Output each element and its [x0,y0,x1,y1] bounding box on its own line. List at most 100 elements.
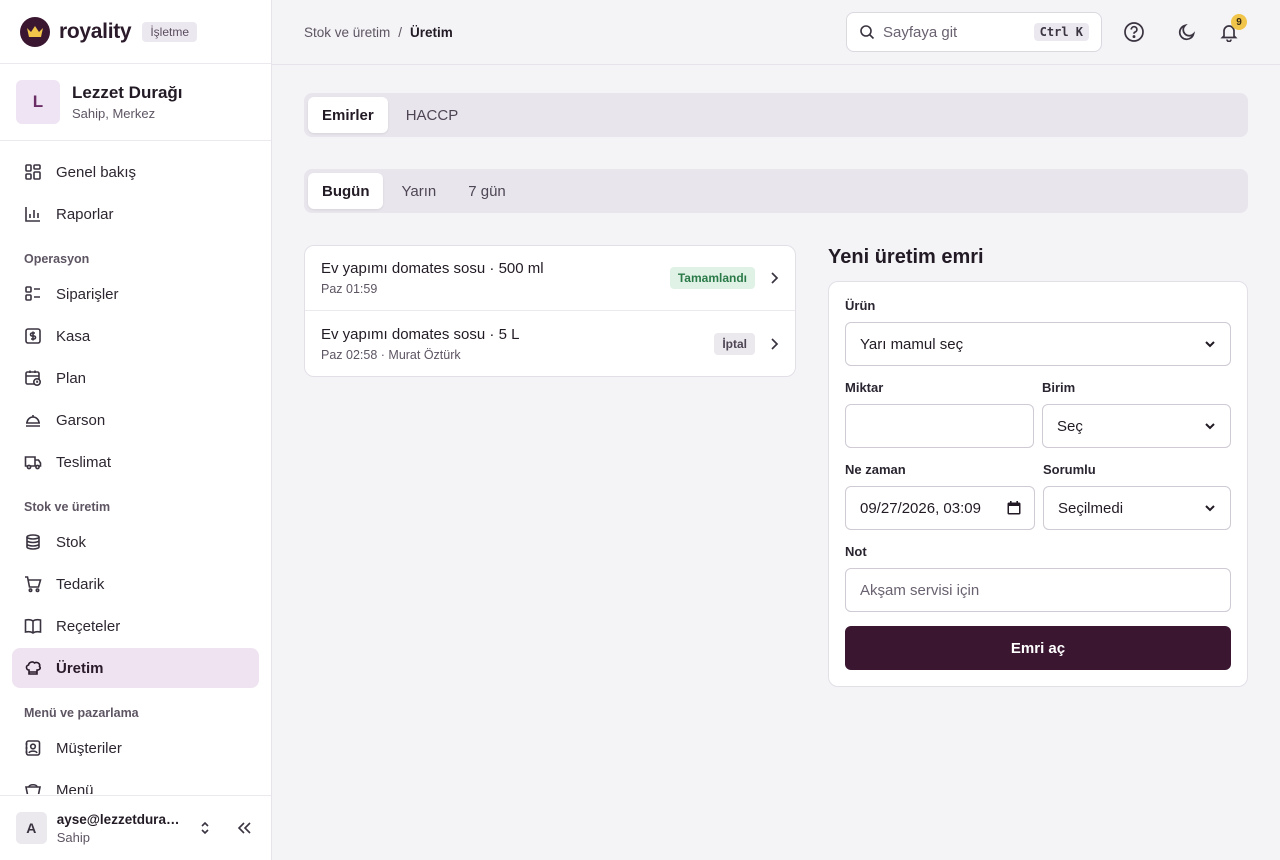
sidebar-item-label: Reçeteler [56,617,121,635]
sidebar-item-uretim[interactable]: Üretim [12,648,259,688]
sidebar-item-tedarik[interactable]: Tedarik [12,564,259,604]
search-input[interactable]: Sayfaya git Ctrl K [846,12,1102,52]
main-tabs: Emirler HACCP [304,93,1248,137]
grid-icon [25,164,41,180]
brand-bar: royality İşletme [0,0,271,64]
dark-mode-icon[interactable] [1175,20,1199,44]
top-header: Stok ve üretim / Üretim Sayfaya git Ctrl… [272,0,1280,65]
chevron-up-down-icon[interactable] [195,817,216,839]
cash-icon [25,328,41,344]
calendar-clock-icon [25,370,42,387]
sidebar-item-raporlar[interactable]: Raporlar [12,194,259,234]
tab-haccp[interactable]: HACCP [392,97,473,133]
sidebar-item-label: Müşteriler [56,739,122,757]
status-badge: İptal [714,332,755,355]
help-icon[interactable] [1122,20,1146,44]
chevron-down-icon [1205,341,1215,348]
sidebar-item-siparisler[interactable]: Siparişler [12,274,259,314]
org-avatar: L [16,80,60,124]
tab-bugun[interactable]: Bugün [308,173,384,209]
shortcut-hint: Ctrl K [1033,23,1089,41]
sidebar-item-label: Kasa [56,327,91,345]
tab-yarin[interactable]: Yarın [387,173,450,209]
order-title: Ev yapımı domates sosu · 500 ml [321,260,544,277]
calendar-icon[interactable] [1006,500,1022,516]
org-name: Lezzet Durağı [72,83,183,102]
breadcrumb-current: Üretim [410,24,453,40]
nav-section-title: Menü ve pazarlama [24,706,139,720]
sidebar-item-label: Üretim [56,659,104,677]
sidebar-item-kasa[interactable]: Kasa [12,316,259,356]
sidebar-item-label: Genel bakış [56,163,137,181]
responsible-select[interactable]: Seçilmedi [1043,486,1231,530]
note-label: Not [845,544,867,559]
sidebar: royality İşletme L Lezzet Durağı Sahip, … [0,0,272,860]
cart-icon [25,576,42,593]
responsible-label: Sorumlu [1043,462,1096,477]
sidebar-item-teslimat[interactable]: Teslimat [12,442,259,482]
sidebar-item-label: Stok [56,533,87,551]
breadcrumb-separator: / [398,24,403,40]
search-icon [860,25,875,40]
unit-label: Birim [1042,380,1076,395]
sidebar-item-stok[interactable]: Stok [12,522,259,562]
datetime-field[interactable]: 09/27/2026, 03:09 [845,486,1035,530]
notification-count-badge: 9 [1231,14,1247,30]
tab-emirler[interactable]: Emirler [308,97,388,133]
breadcrumb: Stok ve üretim / Üretim [304,25,453,40]
chevron-right-icon [771,337,779,350]
truck-icon [24,456,42,470]
form-title: Yeni üretim emri [828,246,984,268]
order-meta: Paz 01:59 [321,282,378,296]
sidebar-item-receteler[interactable]: Reçeteler [12,606,259,646]
quantity-field[interactable] [845,404,1034,448]
note-field[interactable]: Akşam servisi için [845,568,1231,612]
production-order-list: Ev yapımı domates sosu · 500 ml Paz 01:5… [304,245,796,377]
order-meta: Paz 02:58 · Murat Öztürk [321,347,461,362]
user-menu[interactable]: A ayse@lezzetduragi.com Sahip [0,795,271,860]
unit-select[interactable]: Seç [1042,404,1231,448]
search-placeholder: Sayfaya git [883,23,958,41]
sidebar-item-genel-bakis[interactable]: Genel bakış [12,152,259,192]
database-icon [26,534,40,550]
sidebar-item-label: Siparişler [56,285,119,303]
book-icon [24,618,42,634]
chevron-down-icon [1205,505,1215,512]
chevron-down-icon [1205,423,1215,430]
waiter-icon [26,415,40,427]
product-label: Ürün [845,298,876,313]
sidebar-item-menu[interactable]: Menü [12,770,259,794]
notification-bell-icon[interactable]: 9 [1217,14,1247,44]
sidebar-item-label: Plan [56,369,87,387]
brand-badge: İşletme [142,21,197,42]
sidebar-item-plan[interactable]: Plan [12,358,259,398]
order-title: Ev yapımı domates sosu · 5 L [321,325,520,343]
new-production-order-form: Ürün Yarı mamul seç Miktar Birim Seç Ne … [828,281,1248,687]
breadcrumb-parent[interactable]: Stok ve üretim [304,25,390,40]
responsible-select-value: Seçilmedi [1058,499,1124,517]
sidebar-item-label: Menü [56,781,94,795]
list-item[interactable]: Ev yapımı domates sosu · 500 ml Paz 01:5… [305,246,795,311]
brand-name: royality [59,19,132,43]
list-item[interactable]: Ev yapımı domates sosu · 5 L Paz 02:58 ·… [305,311,795,376]
sidebar-item-musteriler[interactable]: Müşteriler [12,728,259,768]
org-switcher[interactable]: L Lezzet Durağı Sahip, Merkez [0,64,271,141]
product-select-value: Yarı mamul seç [860,335,964,353]
org-role: Sahip, Merkez [72,106,156,121]
sidebar-item-label: Raporlar [56,205,114,223]
tab-7-gun[interactable]: 7 gün [454,173,520,209]
quantity-label: Miktar [845,380,884,395]
nav-section-title: Stok ve üretim [24,500,111,514]
sidebar-item-garson[interactable]: Garson [12,400,259,440]
chef-hat-icon [25,661,41,675]
contact-icon [25,740,41,756]
user-email: ayse@lezzetduragi.com [56,811,185,827]
when-label: Ne zaman [845,462,906,477]
product-select[interactable]: Yarı mamul seç [845,322,1231,366]
user-role: Sahip [56,829,90,845]
collapse-sidebar-icon[interactable] [234,817,255,839]
unit-select-value: Seç [1057,417,1083,435]
submit-order-button[interactable]: Emri aç [845,626,1231,670]
sidebar-item-label: Teslimat [56,453,112,471]
bar-chart-icon [25,207,40,222]
